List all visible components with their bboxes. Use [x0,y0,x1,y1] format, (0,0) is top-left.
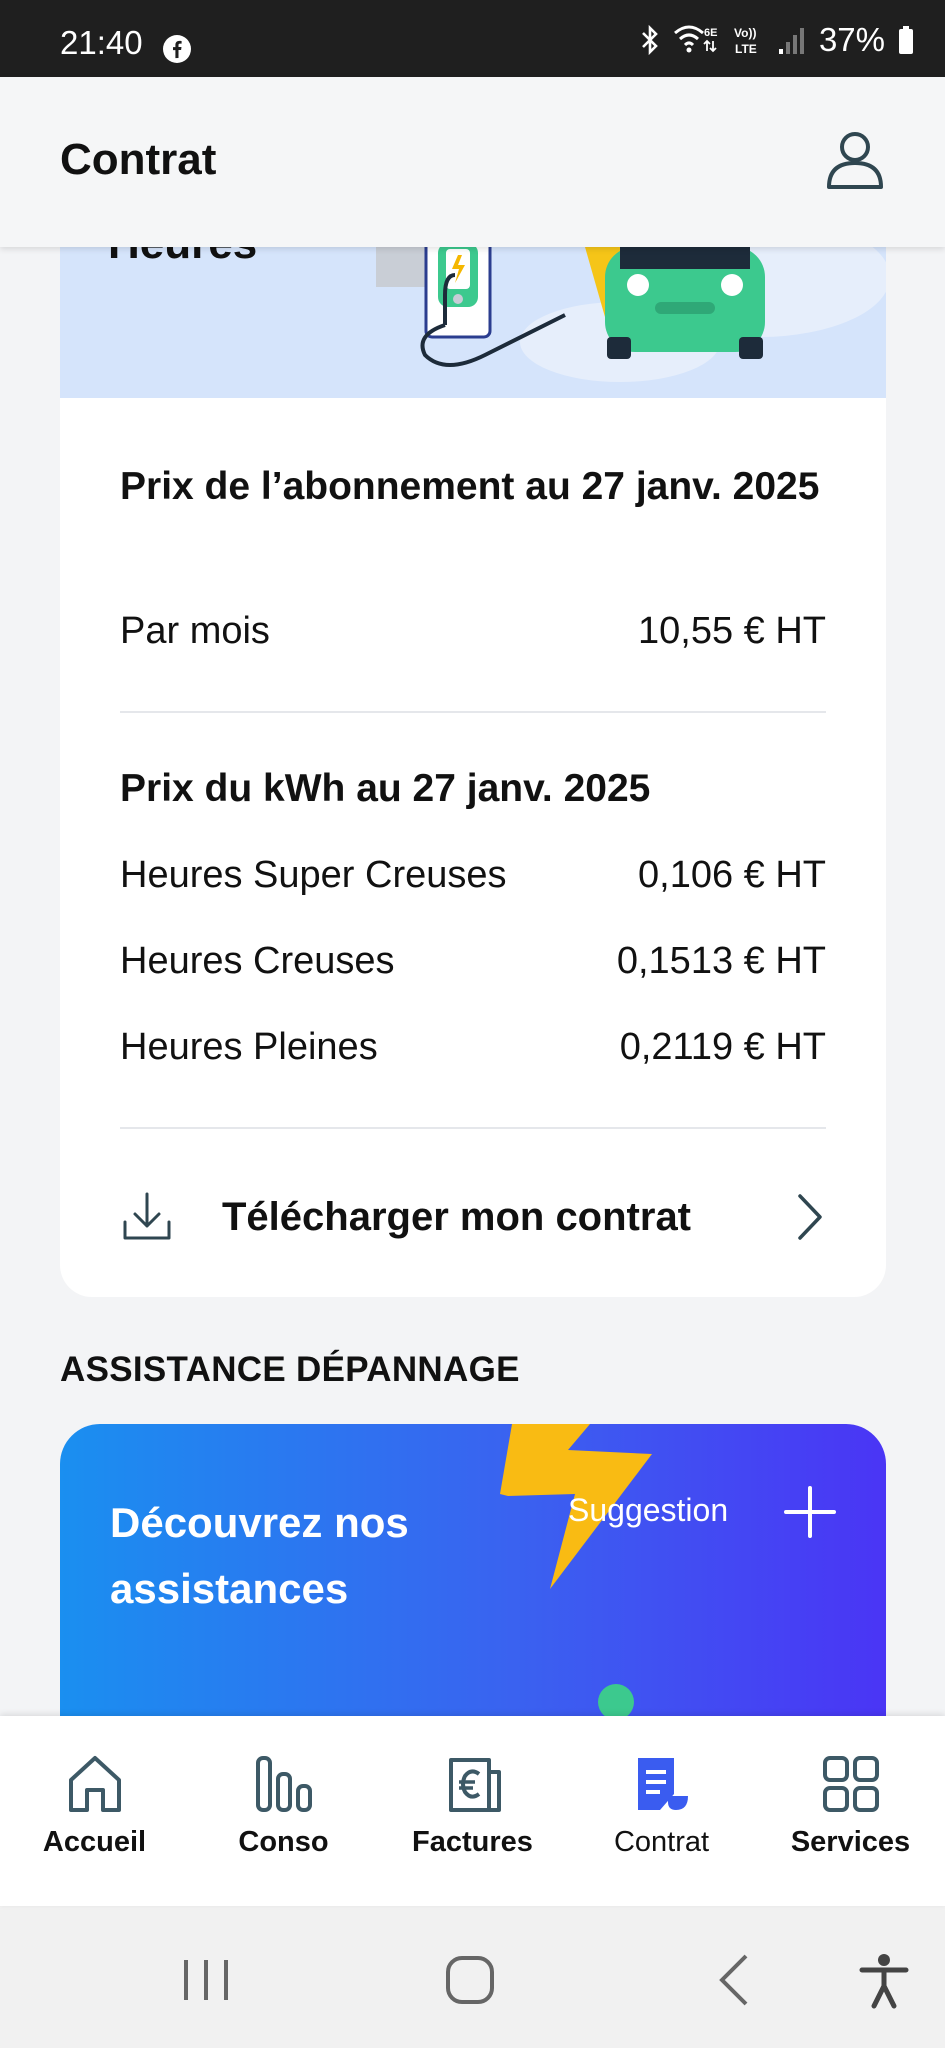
bluetooth-icon [642,24,658,56]
price-row: Heures Super Creuses 0,106 € HT [120,850,826,900]
battery-icon [899,26,913,54]
status-icons: 6E Vo)) LTE 37% [639,21,915,58]
app-header: Contrat [0,77,945,247]
ev-charging-illustration [376,247,886,382]
kwh-rows: Heures Super Creuses 0,106 € HT Heures C… [120,850,826,1070]
svg-text:Vo)): Vo)) [734,26,756,40]
grid-icon [822,1756,879,1812]
divider [120,1127,826,1129]
invoice-euro-icon [448,1758,501,1812]
price-value: 10,55 € HT [638,609,826,652]
download-contract-button[interactable]: Télécharger mon contrat [120,1177,826,1257]
nav-item-conso[interactable]: Conso [189,1716,378,1906]
price-value: 0,1513 € HT [616,939,826,982]
chart-bars-icon [255,1756,312,1812]
price-value: 0,106 € HT [638,853,826,896]
divider [120,711,826,713]
suggestion-label: Suggestion [568,1492,729,1528]
nav-label: Services [790,1826,911,1858]
wifi-label: 6E [704,27,717,39]
battery-percent: 37% [818,21,885,58]
svg-text:LTE: LTE [735,42,757,56]
nav-item-services[interactable]: Services [756,1716,945,1906]
contract-icon [637,1758,688,1810]
assistance-section-title: ASSISTANCE DÉPANNAGE [60,1350,520,1389]
bottom-nav: Accueil Conso Factures Contrat Services [0,1716,945,1906]
download-label: Télécharger mon contrat [222,1194,692,1239]
home-icon [68,1756,121,1812]
price-value: 0,2119 € HT [619,1025,826,1068]
back-icon[interactable] [706,1950,766,2010]
volte-icon: Vo)) LTE [734,26,757,56]
wifi-icon: 6E [673,25,717,53]
nav-label: Accueil [42,1826,147,1858]
chevron-right-icon [798,1194,822,1240]
download-icon [123,1192,171,1240]
page-title: Contrat [60,135,217,184]
offer-banner: Heures [60,247,886,398]
subscription-section: Prix de l’abonnement au 27 janv. 2025 [120,459,826,514]
price-row: Heures Creuses 0,1513 € HT [120,936,826,986]
recent-apps-icon[interactable] [176,1950,236,2010]
assistance-card-text: Découvrez nos assistances [110,1499,409,1612]
price-row: Par mois 10,55 € HT [120,606,826,656]
nav-item-accueil[interactable]: Accueil [0,1716,189,1906]
price-row: Heures Pleines 0,2119 € HT [120,1022,826,1072]
nav-label: Contrat [613,1826,710,1858]
nav-label: Factures [412,1826,533,1858]
kwh-section: Prix du kWh au 27 janv. 2025 [120,761,826,816]
assistance-card[interactable]: Découvrez nos assistances Suggestion [60,1424,886,1724]
status-bar: 21:40 6E Vo)) LTE 37% [0,0,945,77]
status-time: 21:40 [60,24,143,61]
home-button-icon[interactable] [440,1950,500,2010]
contract-card: Heures Prix de l’abonnement au 27 janv. … [60,247,886,1297]
accessibility-icon[interactable] [854,1950,914,2010]
kwh-title: Prix du kWh au 27 janv. 2025 [120,767,651,810]
price-label: Heures Super Creuses [120,853,507,896]
plus-icon[interactable] [784,1486,836,1538]
price-label: Heures Pleines [120,1025,378,1068]
nav-label: Conso [238,1826,329,1858]
subscription-rows: Par mois 10,55 € HT [120,606,826,656]
facebook-icon [163,35,191,63]
price-label: Heures Creuses [120,939,395,982]
system-nav-bar [0,1906,945,2048]
subscription-title: Prix de l’abonnement au 27 janv. 2025 [120,465,820,508]
signal-icon [778,28,804,54]
price-label: Par mois [120,609,270,652]
user-icon[interactable] [823,127,887,191]
nav-item-contrat[interactable]: Contrat [567,1716,756,1906]
nav-item-factures[interactable]: Factures [378,1716,567,1906]
